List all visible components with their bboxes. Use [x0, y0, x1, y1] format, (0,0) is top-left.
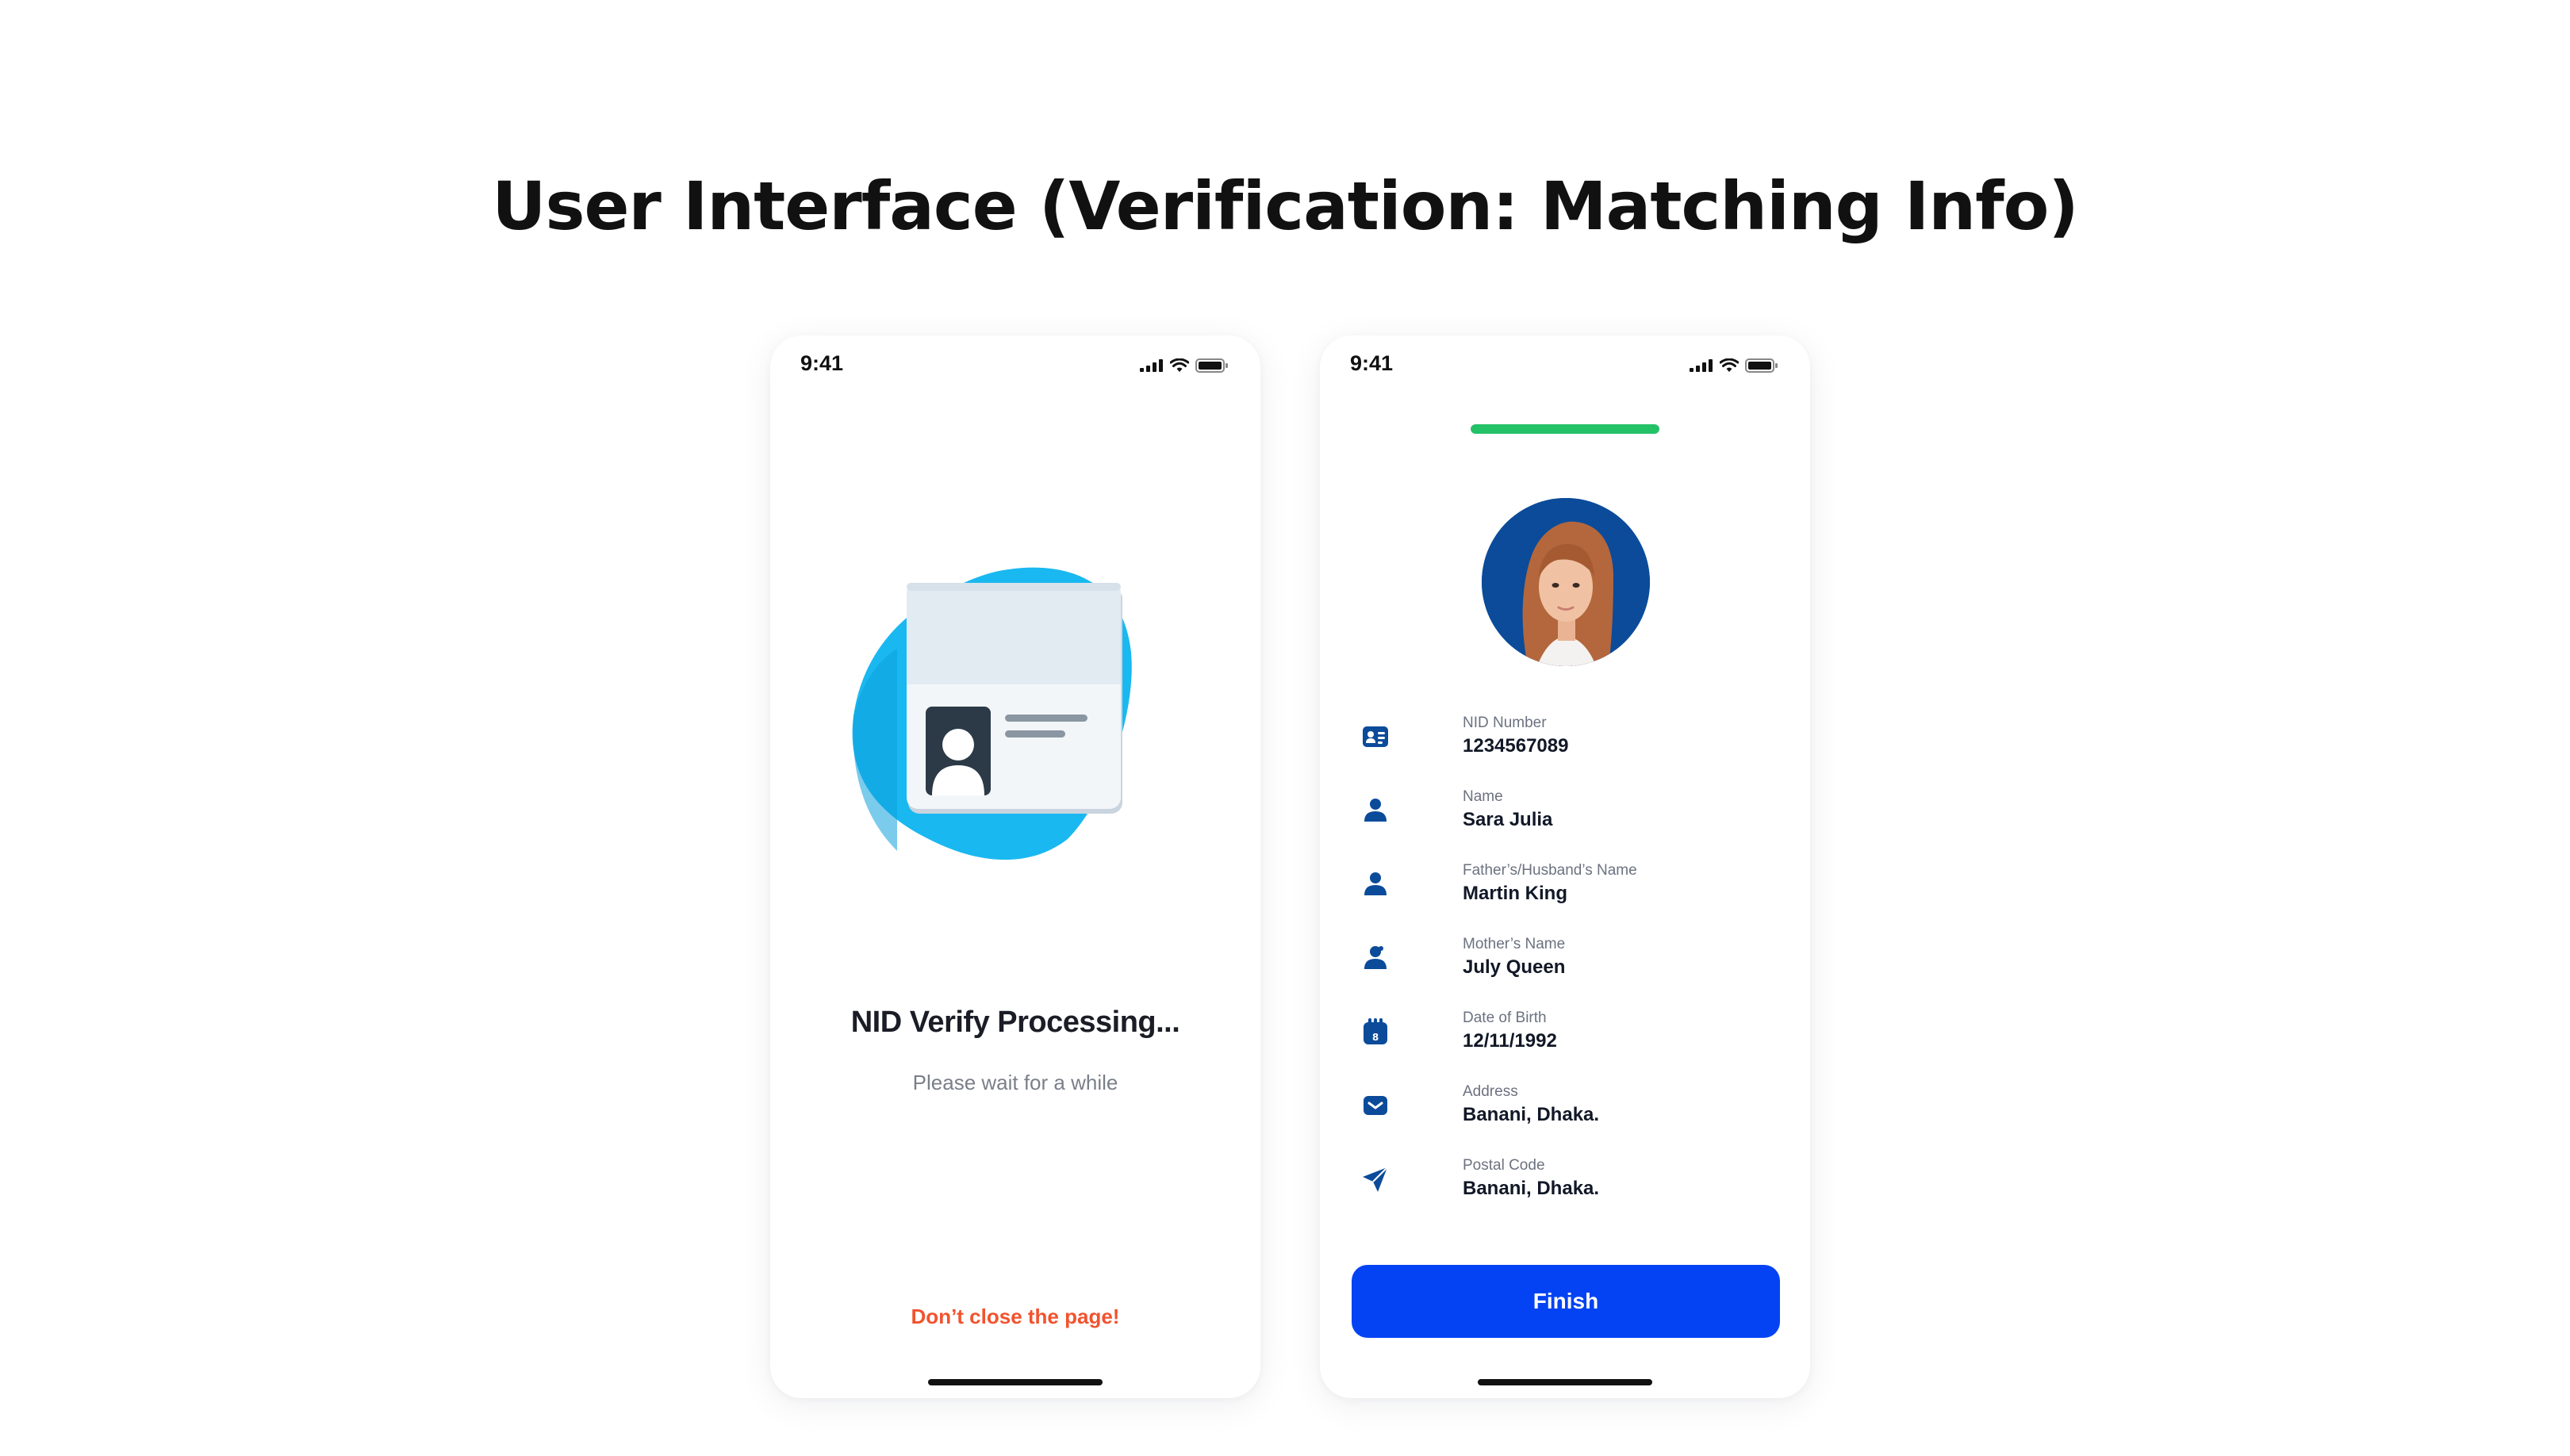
- info-row-mother-name: Mother’s Name July Queen: [1360, 936, 1772, 1010]
- info-value: Banani, Dhaka.: [1463, 1178, 1600, 1199]
- status-time: 9:41: [800, 351, 844, 375]
- info-label: Postal Code: [1463, 1157, 1545, 1174]
- processing-subtitle: Please wait for a while: [912, 1071, 1118, 1094]
- info-value: July Queen: [1463, 956, 1566, 978]
- wifi-icon: [1720, 358, 1739, 372]
- page-title: User Interface (Verification: Matching I…: [492, 167, 2078, 245]
- info-value: Martin King: [1463, 883, 1567, 904]
- avatar: [1482, 498, 1650, 666]
- info-row-father-husband-name: Father’s/Husband’s Name Martin King: [1360, 862, 1772, 936]
- battery-icon: [1745, 358, 1778, 373]
- info-label: Name: [1463, 788, 1503, 805]
- battery-icon: [1195, 358, 1228, 373]
- signal-icon: [1690, 359, 1713, 372]
- svg-text:8: 8: [1372, 1032, 1379, 1043]
- info-value: Sara Julia: [1463, 809, 1553, 830]
- status-icons: [1690, 358, 1778, 374]
- send-icon: [1363, 1167, 1388, 1192]
- info-value: 12/11/1992: [1463, 1030, 1557, 1052]
- id-card-icon: [907, 583, 1122, 814]
- id-card-icon: [1363, 726, 1388, 747]
- info-label: Date of Birth: [1463, 1010, 1547, 1026]
- mail-icon: [1364, 1096, 1387, 1115]
- id-card-illustration: [852, 567, 1132, 860]
- phone-screen-matching: 9:41 NID Number 1234567089 Name Sara Jul…: [1320, 335, 1810, 1398]
- info-row-address: Address Banani, Dhaka.: [1360, 1083, 1772, 1157]
- person-icon: [1364, 799, 1387, 822]
- person-icon: [1364, 946, 1387, 969]
- home-indicator[interactable]: [928, 1379, 1103, 1385]
- info-value: Banani, Dhaka.: [1463, 1104, 1600, 1125]
- signal-icon: [1140, 359, 1163, 372]
- user-photo: [1482, 498, 1650, 666]
- finish-button[interactable]: Finish: [1352, 1265, 1780, 1338]
- info-row-postal-code: Postal Code Banani, Dhaka.: [1360, 1157, 1772, 1231]
- info-label: NID Number: [1463, 715, 1547, 731]
- progress-fill: [1471, 424, 1659, 434]
- info-row-name: Name Sara Julia: [1360, 788, 1772, 862]
- warning-message: Don’t close the page!: [911, 1305, 1120, 1328]
- person-icon: [1364, 872, 1387, 895]
- info-row-date-of-birth: 8 Date of Birth 12/11/1992: [1360, 1010, 1772, 1083]
- wifi-icon: [1170, 358, 1189, 372]
- status-time: 9:41: [1350, 351, 1394, 375]
- info-label: Mother’s Name: [1463, 936, 1566, 952]
- info-label: Address: [1463, 1083, 1518, 1100]
- info-value: 1234567089: [1463, 735, 1569, 757]
- info-row-nid-number: NID Number 1234567089: [1360, 715, 1772, 788]
- calendar-icon: 8: [1364, 1018, 1387, 1044]
- home-indicator[interactable]: [1478, 1379, 1652, 1385]
- info-list: NID Number 1234567089 Name Sara Julia Fa…: [1360, 715, 1772, 1231]
- processing-title: NID Verify Processing...: [850, 1006, 1180, 1039]
- info-label: Father’s/Husband’s Name: [1463, 862, 1637, 879]
- status-icons: [1140, 358, 1229, 374]
- phone-screen-processing: 9:41 NID Verify Processing... Please wai…: [770, 335, 1260, 1398]
- progress-bar: [1471, 424, 1659, 434]
